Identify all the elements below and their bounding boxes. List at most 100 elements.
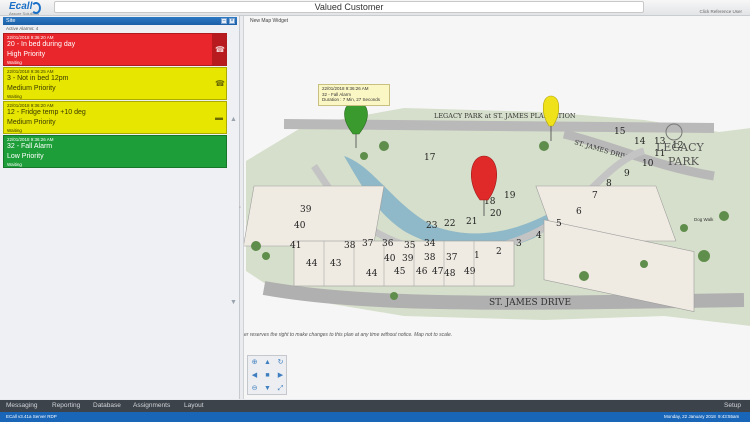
svg-text:48: 48: [444, 269, 456, 279]
zoom-in-icon[interactable]: ⊕: [249, 357, 260, 368]
svg-text:7: 7: [592, 191, 598, 201]
svg-text:35: 35: [404, 241, 416, 251]
brand-legacy: LEGACY: [656, 141, 704, 154]
alarm-status: Waiting: [7, 162, 22, 167]
alarm-title: 3 - Not in bed 12pm: [7, 75, 69, 82]
alarm-status: Waiting: [7, 128, 22, 133]
site-header: Site – ×: [3, 17, 237, 25]
alarm-timestamp: 22/01/2018 9:36:20 AM: [7, 35, 54, 40]
menu-database[interactable]: Database: [93, 402, 121, 409]
ecall-logo: Ecall Assure Solutions: [3, 1, 41, 16]
alarm-card-medium-1[interactable]: 22/01/2018 9:36:25 AM 3 - Not in bed 12p…: [3, 67, 227, 100]
site-map[interactable]: LEGACY PARK at ST. JAMES PLANTATION ST. …: [244, 16, 750, 399]
svg-text:3: 3: [516, 239, 522, 249]
pan-down-icon[interactable]: ▼: [262, 383, 273, 394]
alarm-title: 20 - In bed during day: [7, 41, 76, 48]
svg-text:17: 17: [424, 153, 436, 163]
svg-text:37: 37: [362, 239, 374, 249]
close-panel-button[interactable]: ×: [229, 18, 235, 24]
menu-messaging[interactable]: Messaging: [6, 402, 37, 409]
scroll-down-icon[interactable]: ▼: [230, 299, 237, 306]
road-bottom-label: ST. JAMES DRIVE: [489, 298, 571, 308]
svg-text:39: 39: [402, 254, 414, 264]
menu-setup[interactable]: Setup: [724, 402, 741, 409]
menu-assignments[interactable]: Assignments: [133, 402, 170, 409]
status-time: 9:43:55am: [718, 414, 740, 419]
alarm-title: 12 - Fridge temp +10 deg: [7, 109, 86, 116]
customer-title: Valued Customer: [54, 1, 644, 13]
user-label[interactable]: Click Reference User: [699, 9, 742, 14]
bottom-menu: Messaging Reporting Database Assignments…: [0, 400, 750, 412]
svg-text:40: 40: [384, 254, 396, 264]
map-disclaimer: er reserves the right to make changes to…: [244, 332, 453, 338]
call-action[interactable]: ☎: [212, 34, 226, 65]
svg-text:46: 46: [416, 267, 428, 277]
svg-text:45: 45: [394, 267, 406, 277]
svg-text:43: 43: [330, 259, 342, 269]
svg-text:47: 47: [432, 267, 444, 277]
alarm-timestamp: 22/01/2018 9:36:25 AM: [7, 69, 54, 74]
alarm-timestamp: 22/01/2018 9:36:20 AM: [7, 103, 54, 108]
svg-text:44: 44: [306, 259, 318, 269]
minimize-panel-button[interactable]: –: [221, 18, 227, 24]
alarm-status: Waiting: [7, 60, 22, 65]
rotate-icon[interactable]: ↻: [275, 357, 286, 368]
pan-right-icon[interactable]: ▶: [275, 370, 286, 381]
svg-text:4: 4: [536, 231, 542, 241]
svg-text:9: 9: [624, 169, 630, 179]
brand-park: PARK: [668, 155, 700, 168]
svg-text:1: 1: [474, 251, 480, 261]
svg-text:14: 14: [634, 137, 646, 147]
active-alarms-count: Active Alarms: 4: [6, 26, 39, 31]
phone-icon: ☎: [215, 79, 225, 88]
svg-text:8: 8: [606, 179, 612, 189]
app-window: Ecall Assure Solutions Valued Customer C…: [0, 0, 750, 422]
svg-text:2: 2: [496, 247, 502, 257]
svg-text:15: 15: [614, 127, 626, 137]
map-navigation-pad: ⊕ ▲ ↻ ◀ ■ ▶ ⊖ ▼ ⤢: [247, 355, 287, 395]
pan-left-icon[interactable]: ◀: [249, 370, 260, 381]
svg-text:20: 20: [490, 209, 502, 219]
top-header: Ecall Assure Solutions Valued Customer C…: [0, 0, 750, 16]
svg-text:22: 22: [444, 219, 455, 229]
menu-layout[interactable]: Layout: [184, 402, 204, 409]
alarm-priority: Medium Priority: [7, 119, 56, 126]
svg-text:10: 10: [642, 159, 654, 169]
center-icon[interactable]: ■: [262, 370, 273, 381]
svg-text:23: 23: [426, 221, 438, 231]
svg-text:37: 37: [446, 253, 458, 263]
svg-text:36: 36: [382, 239, 394, 249]
scroll-up-icon[interactable]: ▲: [230, 116, 237, 123]
alarm-priority: Medium Priority: [7, 85, 56, 92]
zoom-out-icon[interactable]: ⊖: [249, 383, 260, 394]
svg-text:5: 5: [556, 219, 562, 229]
camera-action[interactable]: ▬: [212, 102, 226, 133]
alarm-timestamp: 22/01/2018 9:36:26 AM: [7, 137, 54, 142]
status-bar: ECall v3.41a Server RDP Monday, 22 Janua…: [0, 412, 750, 422]
call-action[interactable]: ☎: [212, 68, 226, 99]
svg-text:6: 6: [576, 207, 582, 217]
camera-icon: ▬: [215, 113, 223, 122]
svg-text:38: 38: [424, 253, 436, 263]
alarm-card-low[interactable]: 22/01/2018 9:36:26 AM 32 - Fall Alarm Lo…: [3, 135, 227, 168]
menu-reporting[interactable]: Reporting: [52, 402, 80, 409]
alarm-tooltip: 22/01/2018 9:36:26 AM 32 - Fall Alarm Du…: [318, 84, 390, 106]
alarm-card-medium-2[interactable]: 22/01/2018 9:36:20 AM 12 - Fridge temp +…: [3, 101, 227, 134]
svg-text:21: 21: [466, 217, 477, 227]
tooltip-duration: Duration : 7 Min, 27 Seconds: [322, 97, 381, 102]
svg-text:19: 19: [504, 191, 516, 201]
alarm-priority: Low Priority: [7, 153, 44, 160]
pan-up-icon[interactable]: ▲: [262, 357, 273, 368]
svg-text:40: 40: [294, 221, 306, 231]
svg-text:44: 44: [366, 269, 378, 279]
alarm-panel: Site – × Active Alarms: 4 22/01/2018 9:3…: [0, 16, 240, 399]
status-date: Monday, 22 January 2018: [664, 414, 716, 419]
alarm-title: 32 - Fall Alarm: [7, 143, 53, 150]
alarm-card-high[interactable]: 22/01/2018 9:36:20 AM 20 - In bed during…: [3, 33, 227, 66]
alarm-status: Waiting: [7, 94, 22, 99]
svg-text:38: 38: [344, 241, 356, 251]
fit-view-icon[interactable]: ⤢: [275, 383, 286, 394]
logo-ring-icon: [31, 2, 41, 14]
svg-text:49: 49: [464, 267, 476, 277]
splitter-handle-icon[interactable]: ◦: [239, 205, 241, 211]
